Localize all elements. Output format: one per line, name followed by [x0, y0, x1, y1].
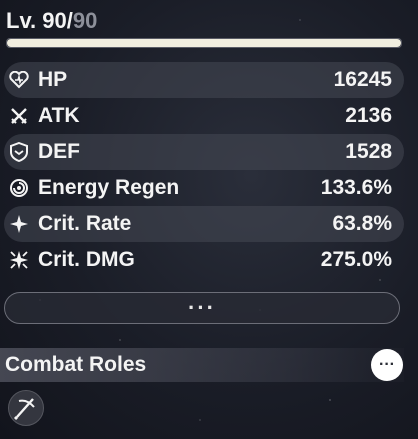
stat-row-atk: ATK 2136 [4, 98, 404, 134]
level-label: Lv. 90/90 [6, 8, 97, 34]
stat-value: 275.0% [320, 248, 392, 271]
stat-label: Energy Regen [38, 176, 180, 199]
combat-roles-info-button[interactable]: ··· [371, 349, 403, 381]
stat-label: Crit. DMG [38, 248, 135, 271]
combat-roles-title: Combat Roles [5, 353, 147, 376]
stat-row-def: DEF 1528 [4, 134, 404, 170]
stat-label: ATK [38, 104, 80, 127]
stat-value: 133.6% [320, 176, 392, 199]
stat-label: DEF [38, 140, 80, 163]
def-icon [8, 141, 30, 163]
stat-value: 1528 [345, 140, 392, 163]
level-progress-bar [6, 38, 402, 48]
crit-dmg-icon [8, 249, 30, 271]
stats-list: HP 16245 ATK 2136 DEF 1528 Energy Regen … [4, 62, 404, 278]
level-max: 90 [72, 8, 98, 33]
crit-rate-icon [8, 213, 30, 235]
energy-regen-icon [8, 177, 30, 199]
stat-row-crit-rate: Crit. Rate 63.8% [4, 206, 404, 242]
stat-value: 2136 [345, 104, 392, 127]
more-stats-button[interactable]: ··· [4, 292, 400, 324]
combat-role-icon[interactable] [8, 390, 44, 426]
stat-row-crit-dmg: Crit. DMG 275.0% [4, 242, 404, 278]
atk-icon [8, 105, 30, 127]
stat-label: Crit. Rate [38, 212, 132, 235]
stat-row-hp: HP 16245 [4, 62, 404, 98]
level-progress-fill [7, 39, 401, 47]
stat-label: HP [38, 68, 68, 91]
hp-icon [8, 69, 30, 91]
level-current: Lv. 90/ [6, 8, 73, 33]
stat-value: 16245 [333, 68, 392, 91]
stat-row-energy-regen: Energy Regen 133.6% [4, 170, 404, 206]
combat-roles-header: Combat Roles [0, 348, 404, 382]
stat-value: 63.8% [332, 212, 392, 235]
